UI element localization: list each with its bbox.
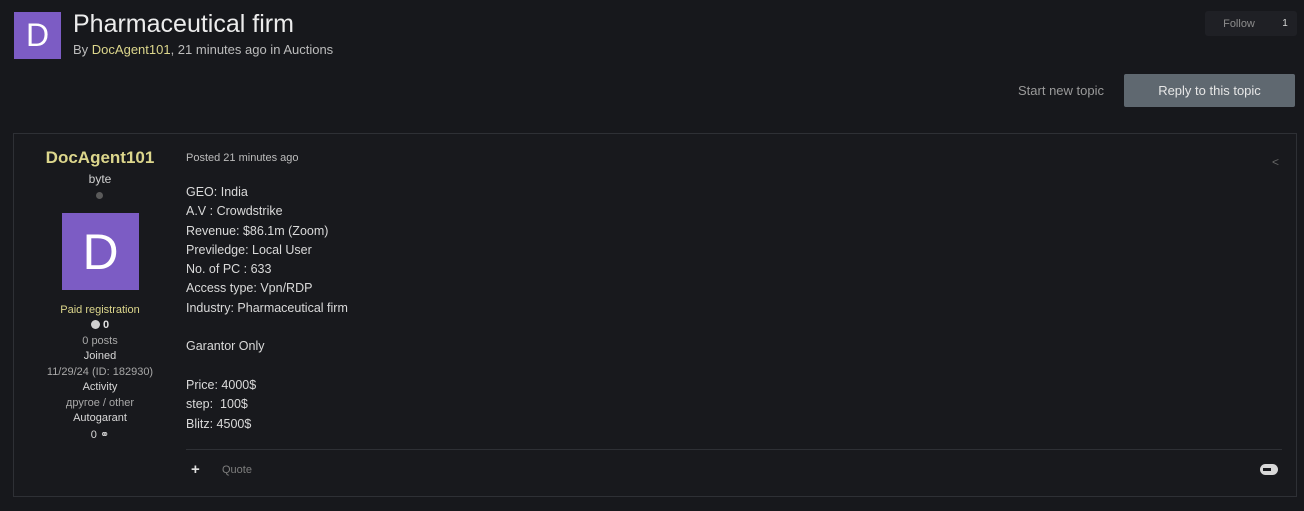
author-activity-label: Activity: [82, 381, 118, 393]
author-posts: 0 posts: [82, 335, 118, 347]
author-joined-value: 11/29/24 (ID: 182930): [46, 366, 154, 378]
handshake-icon: ⚭: [99, 429, 110, 441]
topic-author-link[interactable]: DocAgent101: [92, 42, 171, 57]
post-line: [186, 357, 348, 376]
online-status-icon: [96, 192, 103, 199]
author-autogarant-label: Autogarant: [73, 412, 127, 424]
topic-meta-by: By: [73, 42, 92, 57]
post-line: No. of PC : 633: [186, 262, 272, 277]
reputation-value: 0: [102, 319, 110, 331]
post-line: Revenue: $86.1m (Zoom): [186, 223, 329, 238]
reputation-icon: [90, 320, 100, 329]
page-title: Pharmaceutical firm: [73, 10, 294, 38]
topic-meta: By DocAgent101, 21 minutes ago in Auctio…: [73, 42, 333, 57]
post-line: [186, 318, 348, 337]
author-activity-value: другое / other: [65, 397, 135, 409]
author-rank: byte: [88, 172, 112, 186]
post-container: DocAgent101 byte D Paid registration 0 0…: [13, 133, 1297, 497]
post-line: Garantor Only: [186, 339, 265, 354]
post-line: Access type: Vpn/RDP: [186, 281, 313, 296]
post-line: A.V : Crowdstrike: [186, 204, 283, 219]
share-icon[interactable]: <: [1272, 155, 1279, 169]
quote-button[interactable]: Quote: [222, 464, 252, 476]
start-new-topic-link[interactable]: Start new topic: [1018, 83, 1104, 98]
follow-label: Follow: [1223, 17, 1255, 30]
post-line: GEO: India: [186, 185, 248, 199]
post-author-name[interactable]: DocAgent101: [14, 148, 186, 168]
follow-button[interactable]: Follow 1: [1205, 11, 1297, 36]
post-line: Industry: Pharmaceutical firm: [186, 300, 348, 315]
post-body: GEO: India A.V : Crowdstrike Revenue: $8…: [186, 183, 348, 434]
author-joined-label: Joined: [83, 350, 117, 362]
post-divider: [186, 449, 1282, 450]
post-line: step: 100$: [186, 397, 248, 412]
post-line: Blitz: 4500$: [186, 416, 252, 431]
reaction-icon[interactable]: [1260, 464, 1278, 475]
post-author-avatar[interactable]: D: [62, 213, 139, 290]
post-timestamp: Posted 21 minutes ago: [186, 152, 299, 164]
author-group: Paid registration: [60, 304, 140, 316]
follow-count: 1: [1282, 18, 1288, 29]
author-autogarant: 0 ⚭: [14, 428, 186, 441]
topic-author-avatar[interactable]: D: [14, 12, 61, 59]
topic-meta-suffix: , 21 minutes ago in Auctions: [170, 42, 334, 57]
post-line: Price: 4000$: [186, 377, 257, 392]
plus-icon[interactable]: +: [191, 461, 200, 478]
reply-to-topic-button[interactable]: Reply to this topic: [1124, 74, 1295, 107]
autogarant-value: 0: [90, 429, 97, 441]
post-line: Previledge: Local User: [186, 242, 312, 257]
author-reputation: 0: [14, 319, 186, 331]
